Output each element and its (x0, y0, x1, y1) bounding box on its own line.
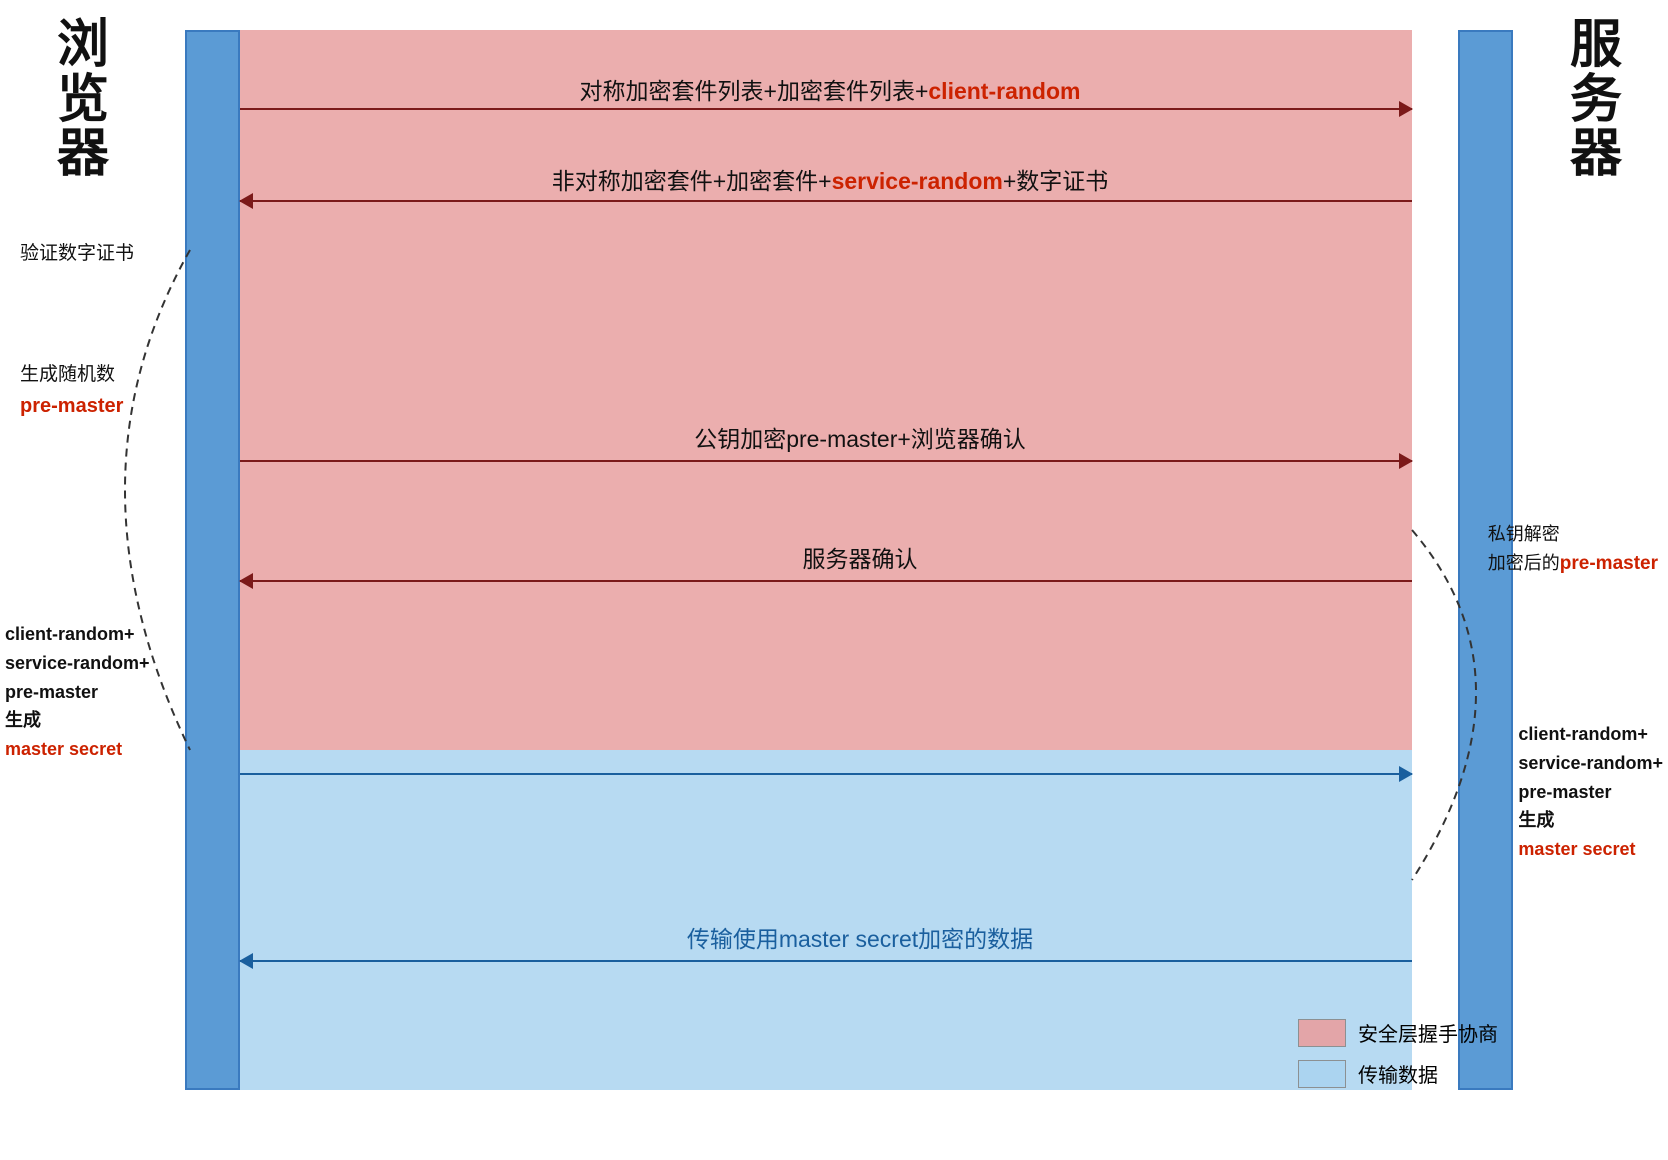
gen-premaster-note: 生成随机数pre-master (20, 360, 123, 423)
verify-cert-note: 验证数字证书 (20, 240, 134, 269)
arrow-1 (240, 108, 1412, 110)
legend-handshake-box (1298, 1019, 1346, 1047)
legend-data-label: 传输数据 (1358, 1059, 1438, 1088)
legend: 安全层握手协商 传输数据 (1298, 1018, 1498, 1100)
legend-handshake-label: 安全层握手协商 (1358, 1018, 1498, 1047)
arrow-4 (240, 580, 1412, 582)
right-combo-note: client-random+service-random+pre-master生… (1518, 720, 1663, 864)
arrow-6-label: 传输使用master secret加密的数据 (310, 920, 1410, 954)
left-combo-note: client-random+service-random+pre-master生… (5, 620, 150, 764)
browser-label: 浏览器 (25, 18, 145, 182)
browser-bar (185, 30, 240, 1090)
handshake-region (240, 30, 1412, 750)
legend-data: 传输数据 (1298, 1059, 1498, 1088)
arrow-2-label: 非对称加密套件+加密套件+service-random+数字证书 (280, 162, 1380, 196)
arrow-4-label: 服务器确认 (310, 540, 1410, 574)
server-decrypt-note: 私钥解密加密后的pre-master (1488, 520, 1658, 579)
arrow-3 (240, 460, 1412, 462)
diagram: 浏览器 服务器 对称加密套件列表+加密套件列表+client-random 非对… (0, 0, 1668, 1160)
arrow-1-label: 对称加密套件列表+加密套件列表+client-random (280, 72, 1380, 106)
legend-handshake: 安全层握手协商 (1298, 1018, 1498, 1047)
server-label: 服务器 (1536, 18, 1656, 182)
legend-data-box (1298, 1060, 1346, 1088)
arrow-3-label: 公钥加密pre-master+浏览器确认 (310, 420, 1410, 454)
arrow-2 (240, 200, 1412, 202)
arrow-5 (240, 773, 1412, 775)
arrow-6 (240, 960, 1412, 962)
